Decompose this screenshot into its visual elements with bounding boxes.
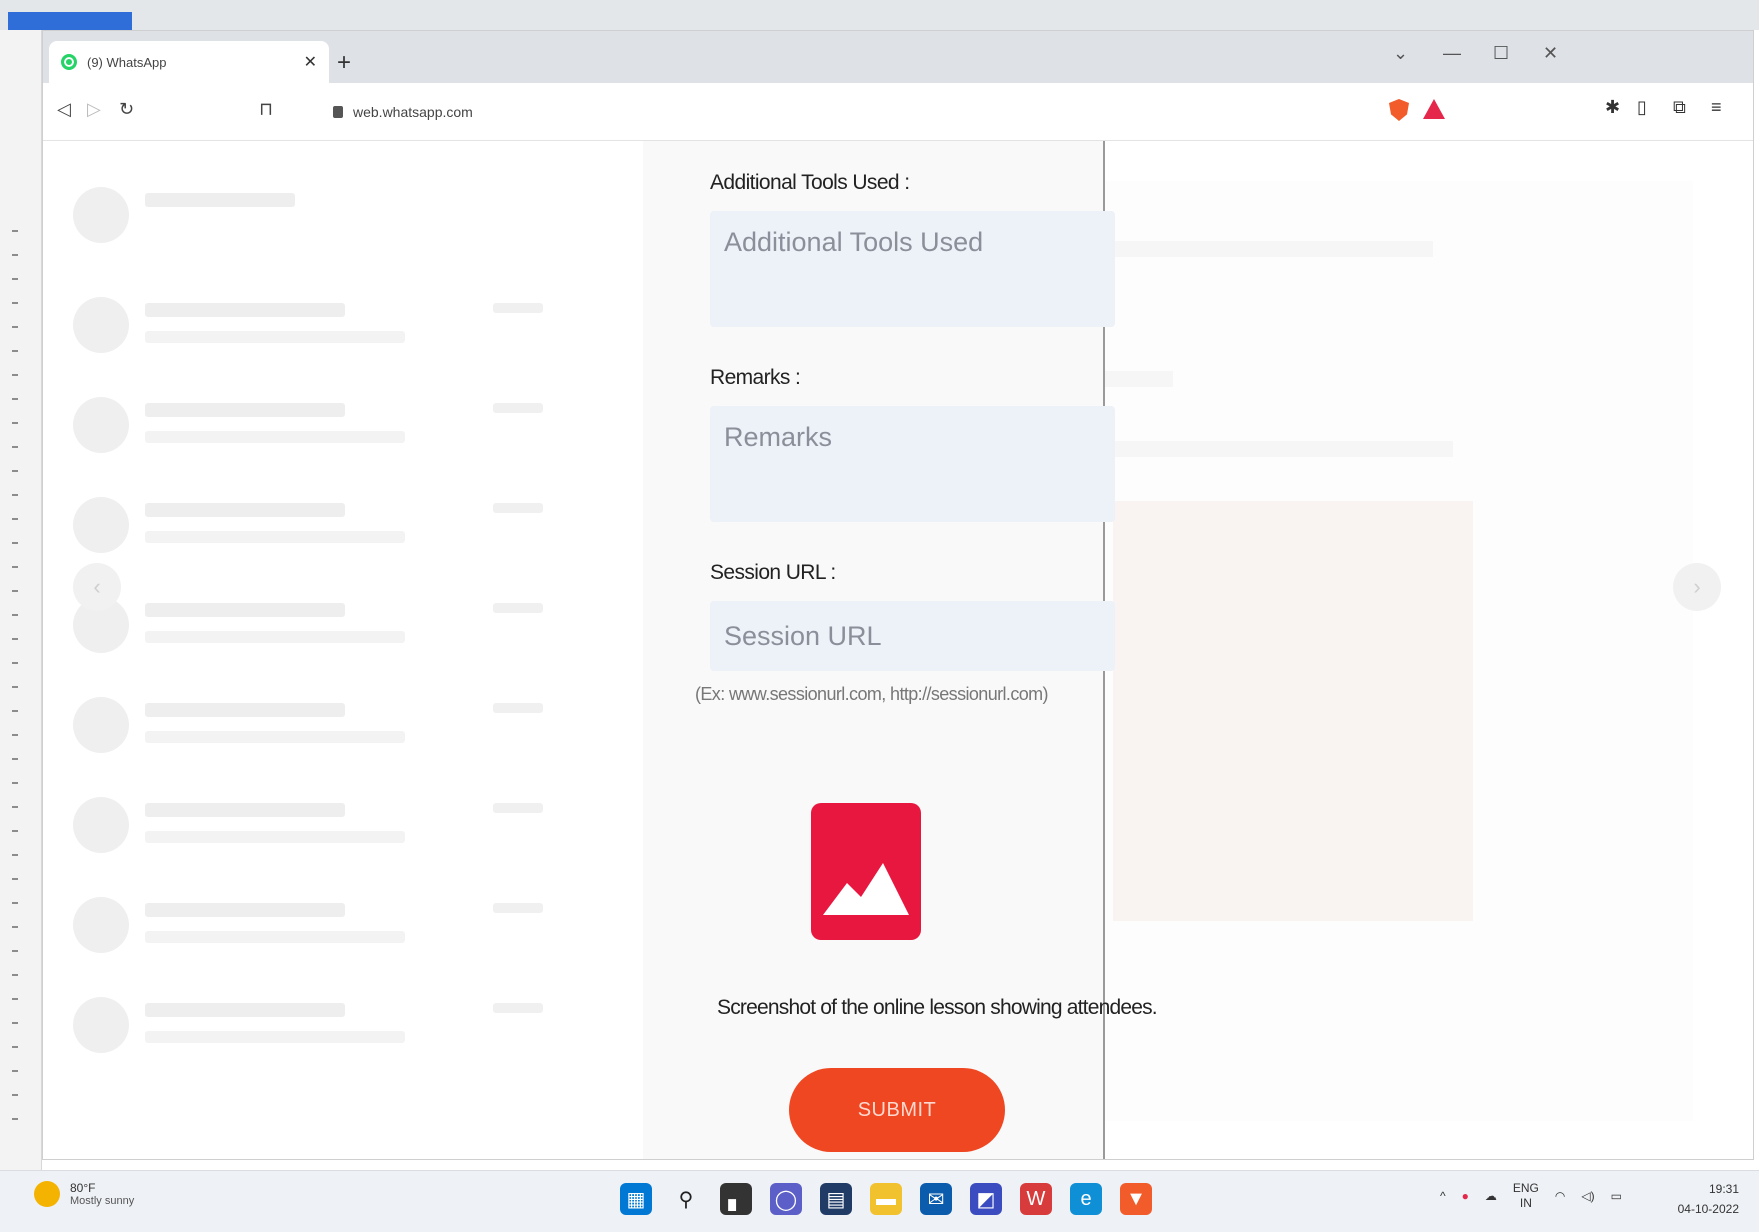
- chat-list-item: [73, 791, 553, 861]
- submit-button[interactable]: SUBMIT: [789, 1068, 1005, 1152]
- chat-list-item: [73, 991, 553, 1061]
- close-window-button[interactable]: ✕: [1543, 43, 1558, 64]
- tab-title: (9) WhatsApp: [87, 54, 167, 70]
- browser-window: (9) WhatsApp ✕ + ⌄ — ☐ ✕ ◁ ▷ ↻ ⊓ web.wha…: [42, 30, 1754, 1160]
- session-url-label: Session URL :: [710, 561, 836, 584]
- next-arrow-icon: ›: [1673, 563, 1721, 611]
- lock-icon: [333, 106, 343, 118]
- chat-list-item: [73, 181, 553, 251]
- tab-bar: (9) WhatsApp ✕ + ⌄ — ☐ ✕: [43, 31, 1753, 83]
- session-url-hint: (Ex: www.sessionurl.com, http://sessionu…: [695, 684, 1049, 704]
- ruler: [12, 220, 18, 1140]
- search-icon[interactable]: ⚲: [670, 1183, 702, 1215]
- chat-list-item: [73, 291, 553, 361]
- language-indicator[interactable]: ENG IN: [1513, 1181, 1539, 1211]
- maximize-button[interactable]: ☐: [1493, 43, 1509, 64]
- image-upload-icon[interactable]: [811, 803, 921, 940]
- wifi-icon[interactable]: ◠: [1555, 1189, 1565, 1203]
- remarks-input[interactable]: [710, 406, 1115, 522]
- back-icon[interactable]: ◁: [57, 99, 71, 120]
- extensions-icon[interactable]: ✱: [1605, 97, 1620, 118]
- browser-toolbar: ◁ ▷ ↻ ⊓ web.whatsapp.com ✱ ▯ ⧉ ≡: [43, 83, 1753, 141]
- tools-input[interactable]: [710, 211, 1115, 327]
- chat-list-item: [73, 391, 553, 461]
- close-tab-icon[interactable]: ✕: [304, 52, 317, 72]
- app-icon[interactable]: ◩: [970, 1183, 1002, 1215]
- tray-app-icon[interactable]: ●: [1462, 1189, 1469, 1203]
- tools-label: Additional Tools Used :: [710, 171, 910, 194]
- new-tab-button[interactable]: +: [337, 49, 351, 77]
- chat-list-item: [73, 891, 553, 961]
- session-url-input[interactable]: [710, 601, 1115, 671]
- sun-icon: [34, 1181, 60, 1207]
- file-explorer-icon[interactable]: ▖: [720, 1183, 752, 1215]
- minimize-button[interactable]: —: [1443, 43, 1461, 64]
- language-region: IN: [1519, 1196, 1532, 1210]
- url-text: web.whatsapp.com: [353, 104, 473, 120]
- tab-whatsapp[interactable]: (9) WhatsApp ✕: [49, 41, 329, 83]
- prev-arrow-icon: ‹: [73, 563, 121, 611]
- bookmark-icon[interactable]: ⊓: [259, 99, 273, 120]
- taskbar: 80°F Mostly sunny ▦ ⚲ ▖ ◯ ▤ ▬ ✉ ◩ W e ▼ …: [0, 1170, 1759, 1232]
- outer-window-strip: [0, 0, 1759, 52]
- remarks-label: Remarks :: [710, 366, 801, 389]
- system-tray: ^ ● ☁ ENG IN ◠ ◁) ▭: [1440, 1181, 1622, 1211]
- address-bar[interactable]: web.whatsapp.com: [333, 95, 1423, 129]
- brave-icon[interactable]: ▼: [1120, 1183, 1152, 1215]
- clock-date: 04-10-2022: [1677, 1202, 1739, 1216]
- chat-icon[interactable]: ◯: [770, 1183, 802, 1215]
- sidebar-icon[interactable]: ▯: [1637, 97, 1647, 118]
- forward-icon[interactable]: ▷: [87, 99, 101, 120]
- chat-list-item: [73, 591, 553, 661]
- mail-icon[interactable]: ✉: [920, 1183, 952, 1215]
- folder-icon[interactable]: ▬: [870, 1183, 902, 1215]
- tray-cloud-icon[interactable]: ☁: [1485, 1189, 1497, 1203]
- clock-time: 19:31: [1708, 1182, 1739, 1196]
- language-code: ENG: [1512, 1181, 1539, 1195]
- clock[interactable]: 19:31 04-10-2022: [1678, 1179, 1739, 1219]
- start-icon[interactable]: ▦: [620, 1183, 652, 1215]
- reload-icon[interactable]: ↻: [119, 99, 134, 120]
- outer-side-ruler-panel: [0, 30, 42, 1170]
- weather-condition: Mostly sunny: [70, 1195, 135, 1207]
- whatsapp-icon: [61, 54, 77, 70]
- lesson-report-form: Additional Tools Used : Remarks : Sessio…: [643, 141, 1158, 1159]
- calendar-icon[interactable]: ▤: [820, 1183, 852, 1215]
- chevron-up-icon[interactable]: ^: [1440, 1189, 1446, 1203]
- volume-icon[interactable]: ◁): [1581, 1189, 1594, 1203]
- battery-icon[interactable]: ▭: [1611, 1189, 1622, 1203]
- weather-temp: 80°F: [70, 1181, 96, 1195]
- chat-list-item: [73, 691, 553, 761]
- brave-rewards-icon[interactable]: [1423, 99, 1445, 119]
- chat-list-item: [73, 491, 553, 561]
- tab-search-icon[interactable]: ⌄: [1393, 43, 1408, 64]
- background-right-panel: [1033, 181, 1693, 1121]
- taskbar-apps: ▦ ⚲ ▖ ◯ ▤ ▬ ✉ ◩ W e ▼: [620, 1183, 1152, 1215]
- weather-widget[interactable]: 80°F Mostly sunny: [34, 1181, 134, 1207]
- edge-icon[interactable]: e: [1070, 1183, 1102, 1215]
- image-caption: Screenshot of the online lesson showing …: [717, 996, 1158, 1019]
- menu-icon[interactable]: ≡: [1711, 97, 1722, 118]
- office-icon[interactable]: W: [1020, 1183, 1052, 1215]
- wallet-icon[interactable]: ⧉: [1673, 97, 1686, 118]
